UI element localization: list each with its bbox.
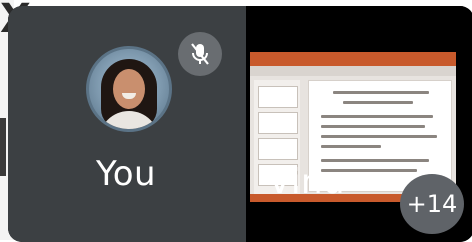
background-bar <box>0 118 6 176</box>
participant-name: You <box>96 154 157 194</box>
participant-tile-vinu[interactable]: Vinu +14 <box>246 6 472 242</box>
avatar <box>86 46 172 132</box>
more-participants-badge[interactable]: +14 <box>400 174 464 234</box>
participant-tile-you[interactable]: You <box>8 6 246 242</box>
participant-name: Vinu <box>268 162 346 202</box>
participant-strip: You Vinu +14 <box>8 6 472 242</box>
mic-off-icon[interactable] <box>178 32 222 76</box>
